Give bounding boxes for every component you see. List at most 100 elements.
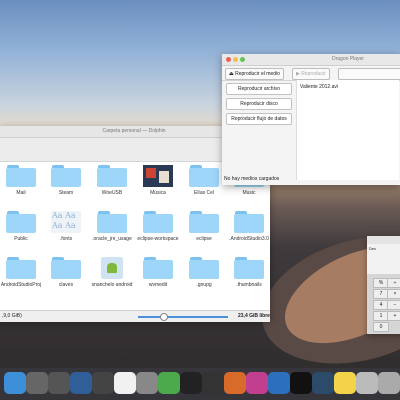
- minimize-icon[interactable]: [233, 57, 238, 62]
- recent-files-list: Valiente 2012.avi: [296, 80, 399, 180]
- text-editor-icon[interactable]: [224, 372, 246, 394]
- dragon-titlebar: Dragon Player: [222, 54, 400, 66]
- inkscape-icon[interactable]: [268, 372, 290, 394]
- dolphin-statusbar: ,9,0 GiB) 23,4 GiB libre: [0, 310, 270, 322]
- file-item[interactable]: Elías Cel: [181, 165, 227, 196]
- image-capture-icon[interactable]: [70, 372, 92, 394]
- play-disc-button[interactable]: Reproducir disco: [226, 98, 292, 110]
- image-thumbnail-icon: [143, 165, 173, 187]
- media-player-icon[interactable]: [180, 372, 202, 394]
- dragon-toolbar: ⏏ Reproducir el medio ▶ Reproducir: [222, 66, 400, 81]
- folder-icon: [189, 211, 219, 233]
- play-media-label: Reproducir el medio: [235, 71, 280, 77]
- file-item[interactable]: wvmedit: [135, 257, 181, 288]
- file-item-label: eclipse: [196, 236, 212, 242]
- list-item[interactable]: Valiente 2012.avi: [297, 80, 399, 94]
- file-item-label: eclipse-workspace: [137, 236, 179, 242]
- play-label: Reproducir: [301, 71, 326, 77]
- play-media-button[interactable]: ⏏ Reproducir el medio: [225, 68, 284, 80]
- system-preferences-icon[interactable]: [48, 372, 70, 394]
- krita-icon[interactable]: [246, 372, 268, 394]
- seek-bar[interactable]: [338, 68, 400, 80]
- photos-icon[interactable]: [114, 372, 136, 394]
- file-item-label: Música: [150, 190, 166, 196]
- calc-key[interactable]: ÷: [387, 278, 400, 288]
- folder-icon: [234, 257, 264, 279]
- calc-key[interactable]: ×: [387, 289, 400, 299]
- dragon-actions: Reproducir archivo Reproducir disco Repr…: [222, 80, 292, 171]
- folder-icon: [6, 165, 36, 187]
- file-item[interactable]: WoeUSB: [89, 165, 135, 196]
- folder-icon: [189, 165, 219, 187]
- file-item-label: Music: [242, 190, 256, 196]
- folder-icon: [189, 257, 219, 279]
- fonts-icon: Aa Aa Aa Aa: [51, 211, 81, 233]
- dock: [0, 368, 400, 400]
- trash-hidden-icon[interactable]: [136, 372, 158, 394]
- status-left: ,9,0 GiB): [2, 313, 22, 319]
- file-item[interactable]: .thumbnails: [226, 257, 272, 288]
- calc-key[interactable]: −: [387, 300, 400, 310]
- file-item-label: Public: [14, 236, 28, 242]
- file-manager-icon[interactable]: [356, 372, 378, 394]
- file-item[interactable]: eclipse-workspace: [135, 211, 181, 242]
- file-item[interactable]: Aa Aa Aa Aa .fonts: [43, 211, 89, 242]
- file-item[interactable]: Steam: [43, 165, 89, 196]
- folder-icon: [97, 165, 127, 187]
- file-item-label: Mail: [16, 190, 26, 196]
- file-item-label: .thumbnails: [236, 282, 262, 288]
- file-item-label: .AndroidStudio3.0: [229, 236, 269, 242]
- launchpad-icon[interactable]: [26, 372, 48, 394]
- file-item-label: wvmedit: [148, 282, 168, 288]
- calc-display: Dec: [367, 244, 400, 274]
- file-item-label: .gnupg: [196, 282, 212, 288]
- folder-icon: [6, 211, 36, 233]
- dragon-player-window[interactable]: Dragon Player ⏏ Reproducir el medio ▶ Re…: [222, 54, 400, 185]
- folder-icon: [143, 257, 173, 279]
- file-item[interactable]: .gnupg: [181, 257, 227, 288]
- file-item[interactable]: claves: [43, 257, 89, 288]
- file-item[interactable]: .AndroidStudio3.0: [226, 211, 272, 242]
- clock-icon[interactable]: [202, 372, 224, 394]
- file-item-label: .oracle_jre_usage: [92, 236, 132, 242]
- folder-icon: [234, 211, 264, 233]
- dragon-status: No hay medios cargados: [224, 176, 280, 182]
- maximize-icon[interactable]: [240, 57, 245, 62]
- file-item-label: claves: [58, 282, 74, 288]
- finder-icon[interactable]: [4, 372, 26, 394]
- calculator-icon[interactable]: [92, 372, 114, 394]
- dragon-title: Dragon Player: [332, 56, 364, 62]
- file-item-label: snanchelo android: [91, 282, 133, 288]
- android-file-icon: [101, 257, 123, 279]
- file-item[interactable]: Mail: [0, 165, 44, 196]
- zoom-slider-knob[interactable]: [160, 313, 168, 321]
- play-stream-button[interactable]: Reproducir flujo de datos: [226, 113, 292, 125]
- calc-key[interactable]: 0: [373, 322, 389, 332]
- folder-icon: [143, 211, 173, 233]
- play-file-button[interactable]: Reproducir archivo: [226, 83, 292, 95]
- file-item-label: Steam: [58, 190, 74, 196]
- calculator-window[interactable]: Dec % ÷ 7 × 4−1 +0: [367, 236, 400, 334]
- numbers-icon[interactable]: [158, 372, 180, 394]
- calc-key[interactable]: +: [387, 311, 400, 321]
- file-item[interactable]: snanchelo android: [89, 257, 135, 288]
- folder-icon: [6, 257, 36, 279]
- play-button[interactable]: ▶ Reproducir: [292, 68, 330, 80]
- file-item[interactable]: AndroidStudioProj: [0, 257, 44, 288]
- monitor-icon[interactable]: [312, 372, 334, 394]
- folder-icon: [51, 165, 81, 187]
- terminal-icon[interactable]: [290, 372, 312, 394]
- calc-titlebar: [367, 236, 400, 244]
- file-item[interactable]: Public: [0, 211, 44, 242]
- folder-icon: [97, 211, 127, 233]
- file-item-label: WoeUSB: [101, 190, 123, 196]
- file-item[interactable]: eclipse: [181, 211, 227, 242]
- trash-icon[interactable]: [378, 372, 400, 394]
- folder-icon: [51, 257, 81, 279]
- notes-icon[interactable]: [334, 372, 356, 394]
- file-item-label: .fonts: [59, 236, 73, 242]
- file-item[interactable]: .oracle_jre_usage: [89, 211, 135, 242]
- file-item[interactable]: Música: [135, 165, 181, 196]
- close-icon[interactable]: [226, 57, 231, 62]
- zoom-slider[interactable]: [138, 316, 228, 318]
